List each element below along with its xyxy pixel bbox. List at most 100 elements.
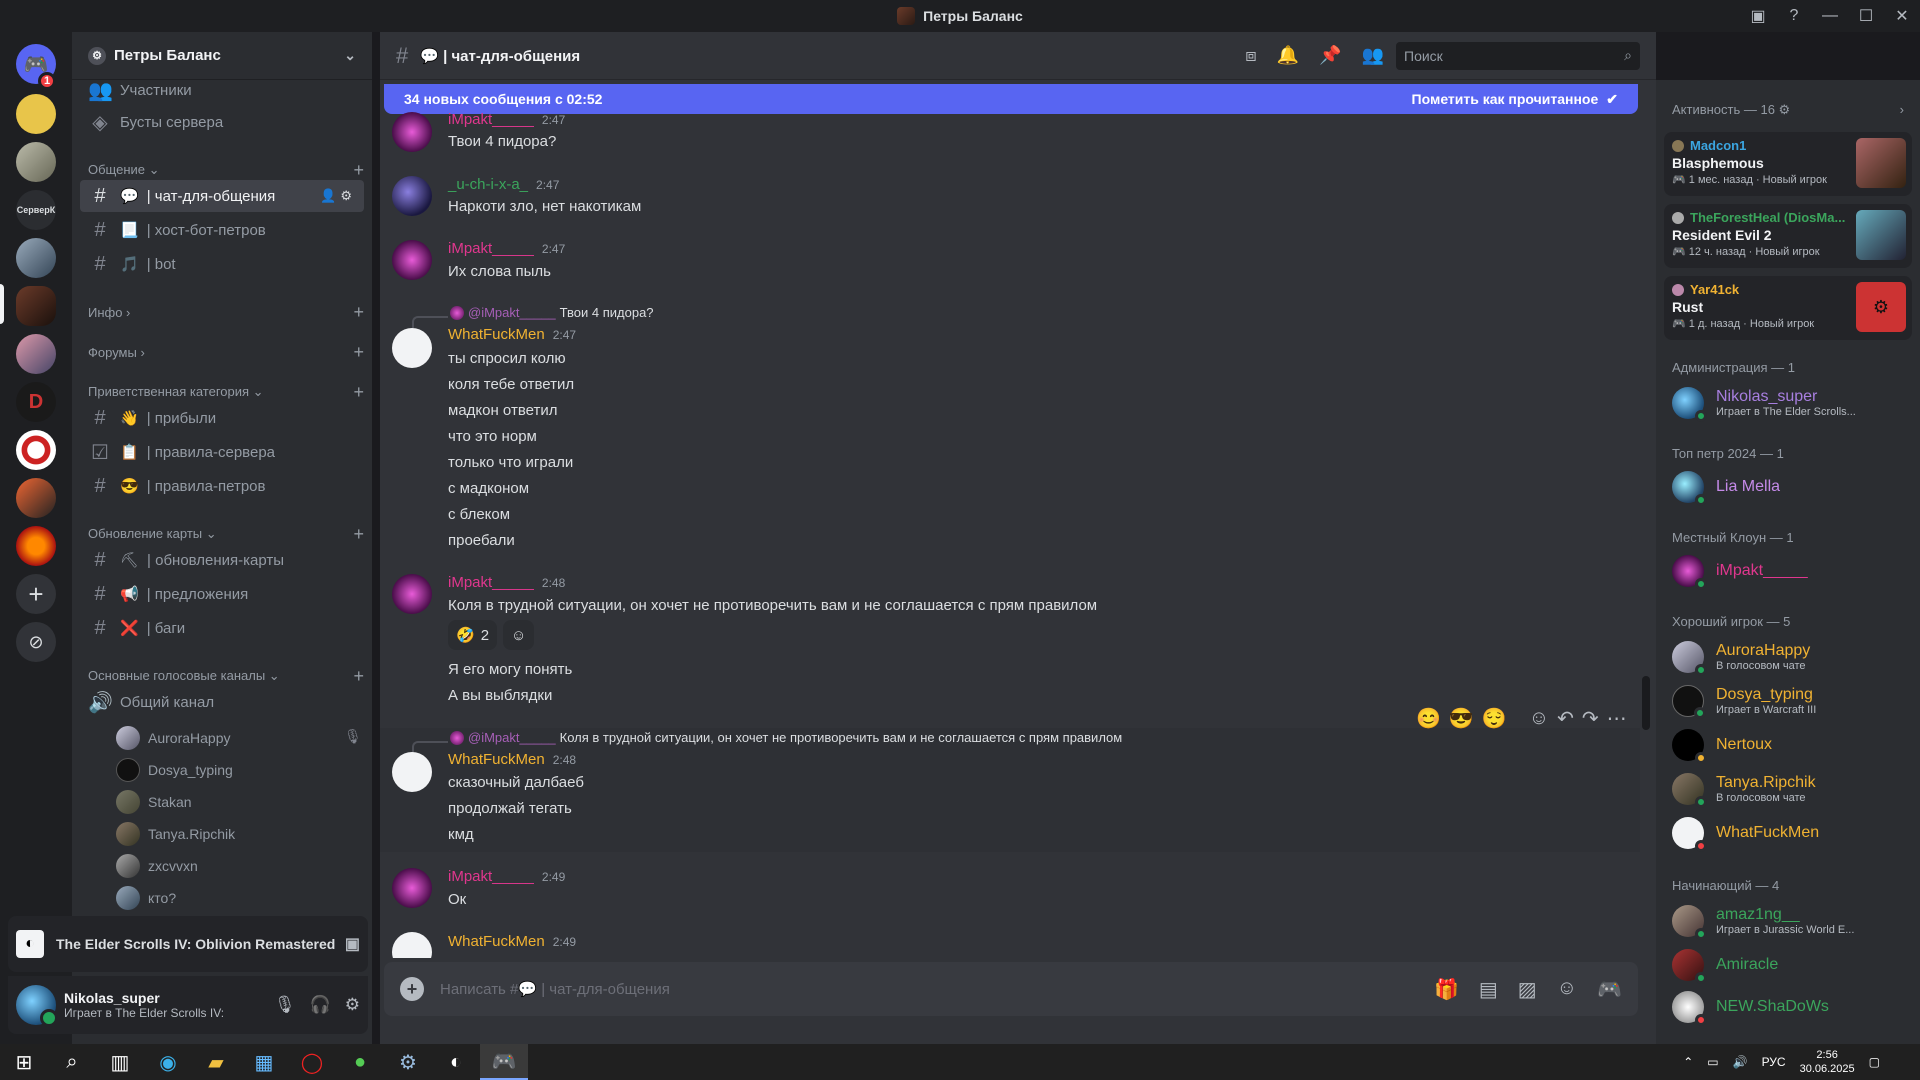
channel-map-updates[interactable]: # ⛏ | обновления-карты [80, 544, 364, 576]
channel-settings-icon[interactable]: 👤⚙ [320, 188, 356, 204]
server-icon-target[interactable] [16, 430, 56, 470]
green-app-icon[interactable]: ● [336, 1044, 384, 1080]
activities-icon[interactable]: 🎮 [1597, 977, 1622, 1002]
member[interactable]: NEW.ShaDoWs [1672, 986, 1912, 1028]
category-info[interactable]: Инфо › + [88, 302, 364, 322]
notifications-icon[interactable]: ▢ [1869, 1055, 1880, 1069]
avatar[interactable] [392, 932, 432, 958]
channel-suggestions[interactable]: # 📢 | предложения [80, 578, 364, 610]
member[interactable]: iMpakt_____ [1672, 550, 1912, 592]
avatar[interactable] [392, 176, 432, 216]
channel-bot[interactable]: # 🎵 | bot [80, 248, 364, 280]
network-icon[interactable]: ▭ [1707, 1055, 1718, 1069]
gif-icon[interactable]: ▤ [1479, 977, 1498, 1002]
microphone-icon[interactable]: 🎙 [274, 995, 296, 1015]
upload-plus-icon[interactable]: + [400, 977, 424, 1001]
member[interactable]: Amiracle [1672, 944, 1912, 986]
member[interactable]: Dosya_typing Играет в Warcraft III [1672, 680, 1912, 722]
quick-reaction-icon[interactable]: 😊 [1416, 706, 1441, 731]
message-author[interactable]: WhatFuckMen 2:48 [448, 751, 576, 768]
avatar[interactable] [392, 868, 432, 908]
message-author[interactable]: iMpakt_____ 2:48 [448, 574, 565, 591]
member[interactable]: WhatFuckMen [1672, 812, 1912, 854]
category-general[interactable]: Общение ⌄ + [88, 160, 364, 180]
threads-icon[interactable]: ⧈ [1245, 45, 1256, 66]
emoji-icon[interactable]: ☺ [1557, 977, 1577, 1002]
member[interactable]: AuroraHappy В голосовом чате [1672, 636, 1912, 678]
message-input[interactable]: Написать #💬 | чат-для-общения [440, 980, 1434, 998]
edge-icon[interactable]: ◉ [144, 1044, 192, 1080]
settings-icon[interactable]: ⚙ [345, 995, 360, 1015]
opera-icon[interactable]: ◯ [288, 1044, 336, 1080]
mark-read-button[interactable]: Пометить как прочитанное ✔ [1412, 91, 1618, 108]
channel-arrivals[interactable]: # 👋 | прибыли [80, 402, 364, 434]
reply-icon[interactable]: ↶ [1557, 706, 1574, 731]
voice-user[interactable]: AuroraHappy [116, 724, 231, 752]
voice-user[interactable]: кто? [116, 884, 176, 912]
avatar[interactable] [392, 328, 432, 368]
sticker-icon[interactable]: ▨ [1518, 977, 1537, 1002]
clock[interactable]: 2:56 30.06.2025 [1800, 1048, 1855, 1076]
add-channel-icon[interactable]: + [353, 524, 364, 545]
gift-icon[interactable]: 🎁 [1434, 977, 1459, 1002]
chevron-right-icon[interactable]: › [1900, 102, 1904, 118]
reaction-button[interactable]: 🤣 2 [448, 620, 498, 650]
voice-user[interactable]: zxcvvxn [116, 852, 198, 880]
member-list-icon[interactable]: 👥 [1362, 45, 1384, 66]
quick-reaction-icon[interactable]: 😎 [1449, 706, 1474, 731]
server-header[interactable]: ⚙ Петры Баланс ⌄ [72, 32, 372, 80]
category-map-updates[interactable]: Обновление карты ⌄ + [88, 524, 364, 544]
forward-icon[interactable]: ↷ [1582, 706, 1599, 731]
message-author[interactable]: WhatFuckMen 2:49 [448, 933, 576, 950]
discover-icon[interactable]: ⊘ [16, 622, 56, 662]
category-forums[interactable]: Форумы › + [88, 342, 364, 362]
boosts-item[interactable]: ◈ Бусты сервера [80, 106, 364, 138]
activity-card[interactable]: Yar41ck Rust 🎮 1 д. назад · Новый игрок … [1664, 276, 1912, 340]
server-icon-medoed[interactable] [16, 478, 56, 518]
member[interactable]: Lia Mella [1672, 466, 1912, 508]
headphones-icon[interactable]: 🎧 [310, 995, 331, 1015]
channel-petrov-rules[interactable]: # 😎 | правила-петров [80, 470, 364, 502]
add-channel-icon[interactable]: + [353, 666, 364, 687]
reply-preview[interactable]: @iMpakt_____ Коля в трудной ситуации, он… [450, 730, 1122, 745]
add-reaction-icon[interactable]: ☺ [1529, 707, 1549, 730]
stream-icon[interactable]: ▣ [345, 934, 360, 954]
activity-panel[interactable]: ◐ The Elder Scrolls IV: Oblivion Remaste… [8, 916, 368, 972]
server-icon-girl[interactable] [16, 334, 56, 374]
add-server-icon[interactable]: + [16, 574, 56, 614]
chat-scrollbar[interactable] [1642, 676, 1650, 730]
minimize-button[interactable]: — [1812, 0, 1848, 32]
add-reaction-button[interactable]: ☺ [503, 620, 535, 650]
message-author[interactable]: iMpakt_____ 2:47 [448, 111, 565, 128]
chevron-up-icon[interactable]: ⌃ [1683, 1055, 1693, 1069]
user-info[interactable]: Nikolas_super Играет в The Elder Scrolls… [64, 990, 224, 1020]
server-icon-photo[interactable] [16, 142, 56, 182]
voice-user[interactable]: Dosya_typing [116, 756, 233, 784]
add-channel-icon[interactable]: + [353, 382, 364, 403]
voice-channel-general[interactable]: 🔊 Общий канал [80, 686, 364, 718]
reply-preview[interactable]: @iMpakt_____ Твои 4 пидора? [450, 305, 654, 320]
steam-icon[interactable]: ⚙ [384, 1044, 432, 1080]
message-composer[interactable]: + Написать #💬 | чат-для-общения 🎁 ▤ ▨ ☺ … [384, 962, 1638, 1016]
member[interactable]: Nikolas_super Играет в The Elder Scrolls.… [1672, 382, 1912, 424]
message-author[interactable]: iMpakt_____ 2:47 [448, 240, 565, 257]
activity-card[interactable]: TheForestHeal (DiosMa... Resident Evil 2… [1664, 204, 1912, 268]
server-icon-smile[interactable] [16, 94, 56, 134]
activity-card[interactable]: Madcon1 Blasphemous 🎮 1 мес. назад · Нов… [1664, 132, 1912, 196]
task-view-icon[interactable]: ▥ [96, 1044, 144, 1080]
voice-user[interactable]: Stakan [116, 788, 192, 816]
windows-start-icon[interactable]: ⊞ [0, 1044, 48, 1080]
search-input[interactable]: Поиск ⌕ [1396, 41, 1640, 70]
message-author[interactable]: _u-ch-i-x-a_ 2:47 [448, 176, 559, 193]
file-explorer-icon[interactable]: ▰ [192, 1044, 240, 1080]
channel-host-bot[interactable]: # 📃 | хост-бот-петров [80, 214, 364, 246]
quick-reaction-icon[interactable]: 😌 [1482, 706, 1507, 731]
volume-icon[interactable]: 🔊 [1733, 1055, 1748, 1069]
message-author[interactable]: WhatFuckMen 2:47 [448, 326, 576, 343]
avatar[interactable] [392, 112, 432, 152]
avatar[interactable] [392, 752, 432, 792]
more-icon[interactable]: ⋯ [1607, 706, 1627, 731]
search-icon[interactable]: ⌕ [48, 1044, 96, 1080]
add-channel-icon[interactable]: + [353, 302, 364, 323]
add-channel-icon[interactable]: + [353, 160, 364, 181]
